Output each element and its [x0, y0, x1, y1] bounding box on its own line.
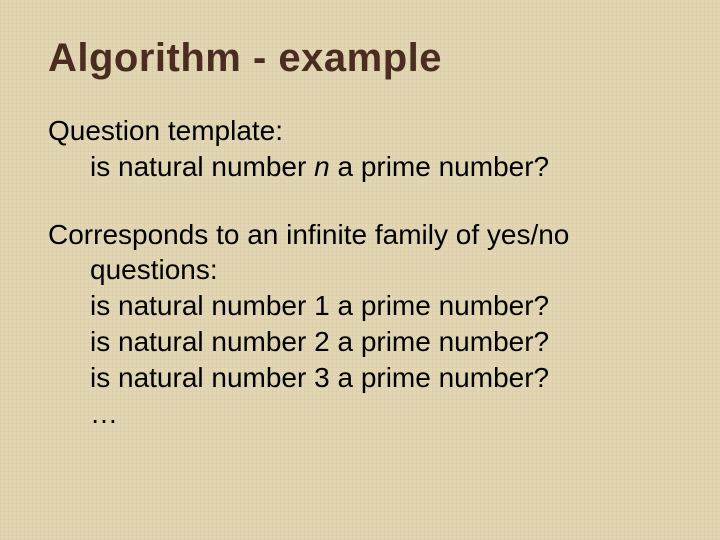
qt-variable-n: n: [314, 151, 330, 182]
family-q3: is natural number 3 a prime number?: [90, 360, 680, 396]
paragraph-question-template: Question template: is natural number n a…: [48, 113, 680, 185]
qt-post: a prime number?: [330, 151, 549, 182]
question-template-lead: Question template:: [48, 115, 283, 146]
family-q2: is natural number 2 a prime number?: [90, 324, 680, 360]
family-q1: is natural number 1 a prime number?: [90, 288, 680, 324]
qt-pre: is natural number: [90, 151, 314, 182]
family-lead-2: questions:: [90, 252, 680, 288]
paragraph-family: Corresponds to an infinite family of yes…: [48, 217, 680, 432]
family-ellipsis: …: [90, 396, 680, 432]
slide: Algorithm - example Question template: i…: [0, 0, 720, 540]
family-lead-1: Corresponds to an infinite family of yes…: [48, 219, 569, 250]
question-template-line: is natural number n a prime number?: [90, 149, 680, 185]
slide-title: Algorithm - example: [48, 36, 680, 81]
slide-body: Question template: is natural number n a…: [48, 113, 680, 432]
